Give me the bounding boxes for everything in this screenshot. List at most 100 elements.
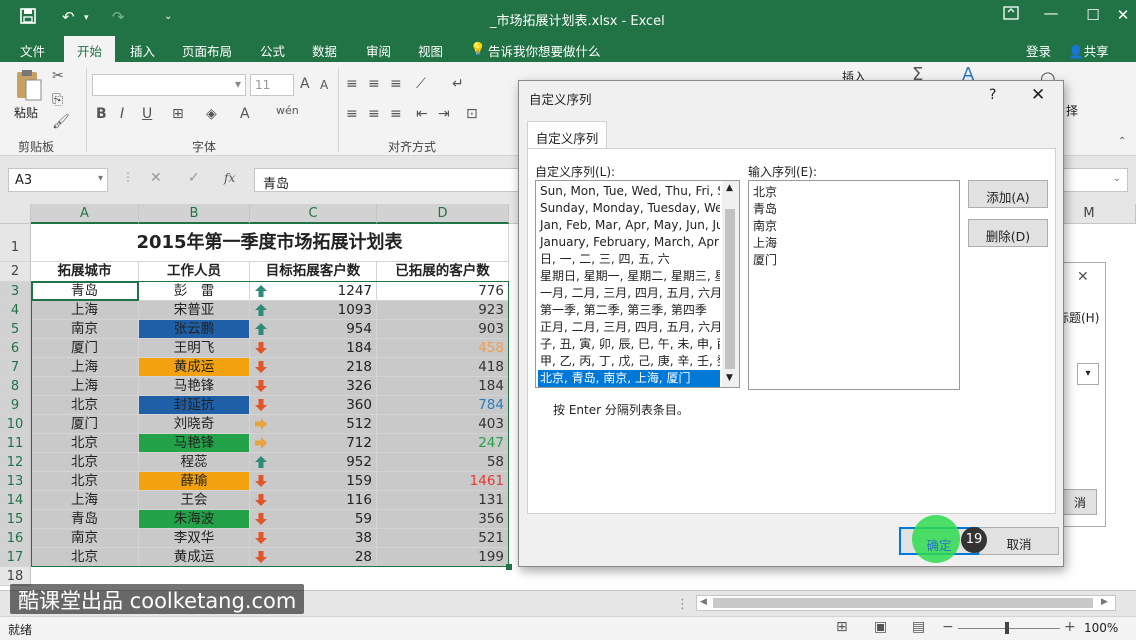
- align-middle-icon[interactable]: ≡: [368, 76, 380, 92]
- col-header-b[interactable]: B: [139, 204, 250, 224]
- login-link[interactable]: 登录: [1026, 41, 1051, 60]
- staff-cell[interactable]: 王明飞: [139, 339, 250, 358]
- border-icon[interactable]: ⊞: [172, 106, 184, 122]
- tab-custom-lists[interactable]: 自定义序列: [527, 121, 607, 149]
- done-cell[interactable]: 784: [377, 396, 509, 415]
- dialog-close-icon[interactable]: ✕: [1031, 85, 1045, 105]
- tab-home[interactable]: 开始: [64, 36, 116, 62]
- bg-dialog-dropdown[interactable]: ▾: [1077, 363, 1099, 385]
- zoom-out-icon[interactable]: −: [942, 619, 954, 635]
- page-layout-view-icon[interactable]: ▣: [874, 619, 887, 635]
- undo-dropdown-icon[interactable]: ▾: [84, 13, 89, 23]
- scroll-thumb[interactable]: [725, 209, 735, 369]
- col-header-m[interactable]: M: [1064, 204, 1114, 224]
- done-cell[interactable]: 184: [377, 377, 509, 396]
- custom-list-item[interactable]: 正月, 二月, 三月, 四月, 五月, 六月: [538, 319, 720, 336]
- tab-review[interactable]: 审阅: [366, 41, 391, 60]
- done-cell[interactable]: 418: [377, 358, 509, 377]
- done-cell[interactable]: 356: [377, 510, 509, 529]
- header-done[interactable]: 已拓展的客户数: [377, 262, 509, 282]
- city-cell[interactable]: 青岛: [31, 510, 139, 529]
- target-cell[interactable]: 360: [250, 396, 377, 415]
- tab-file[interactable]: 文件: [20, 41, 45, 60]
- expand-formula-icon[interactable]: ⌄: [1113, 173, 1121, 184]
- align-center-icon[interactable]: ≡: [368, 106, 380, 122]
- zoom-in-icon[interactable]: +: [1064, 619, 1076, 635]
- custom-list-item[interactable]: 甲, 乙, 丙, 丁, 戊, 己, 庚, 辛, 壬, 癸: [538, 353, 720, 370]
- zoom-level[interactable]: 100%: [1084, 621, 1118, 635]
- custom-lists-listbox[interactable]: Sun, Mon, Tue, Wed, Thu, Fri, S Sunday, M…: [535, 180, 740, 388]
- target-cell[interactable]: 954: [250, 320, 377, 339]
- done-cell[interactable]: 903: [377, 320, 509, 339]
- city-cell[interactable]: 北京: [31, 434, 139, 453]
- page-break-view-icon[interactable]: ▤: [912, 619, 925, 635]
- target-cell[interactable]: 326: [250, 377, 377, 396]
- minimize-button[interactable]: —: [1040, 4, 1062, 22]
- target-cell[interactable]: 1247: [250, 282, 377, 301]
- row-header[interactable]: 4: [0, 301, 31, 320]
- custom-list-item[interactable]: January, February, March, April: [538, 234, 720, 251]
- custom-list-item[interactable]: 星期日, 星期一, 星期二, 星期三, 星: [538, 268, 720, 285]
- done-cell[interactable]: 131: [377, 491, 509, 510]
- row-header[interactable]: 13: [0, 472, 31, 491]
- row-header[interactable]: 8: [0, 377, 31, 396]
- increase-font-icon[interactable]: A: [300, 76, 310, 92]
- paste-label[interactable]: 粘贴: [14, 104, 38, 121]
- header-target[interactable]: 目标拓展客户数: [250, 262, 377, 282]
- staff-cell[interactable]: 程蕊: [139, 453, 250, 472]
- add-button[interactable]: 添加(A): [968, 180, 1048, 208]
- city-cell[interactable]: 上海: [31, 377, 139, 396]
- city-cell[interactable]: 青岛: [31, 282, 139, 301]
- col-header-c[interactable]: C: [250, 204, 377, 224]
- align-left-icon[interactable]: ≡: [346, 106, 358, 122]
- more-options-icon[interactable]: ⋮: [122, 170, 134, 184]
- find-select-label[interactable]: 择: [1066, 102, 1078, 119]
- bg-dialog-close-icon[interactable]: ✕: [1077, 269, 1089, 285]
- done-cell[interactable]: 458: [377, 339, 509, 358]
- ribbon-display-icon[interactable]: [1000, 6, 1022, 24]
- city-cell[interactable]: 北京: [31, 396, 139, 415]
- orientation-icon[interactable]: ⟋: [416, 76, 426, 92]
- target-cell[interactable]: 952: [250, 453, 377, 472]
- city-cell[interactable]: 北京: [31, 453, 139, 472]
- save-icon[interactable]: [20, 8, 36, 28]
- done-cell[interactable]: 199: [377, 548, 509, 567]
- scroll-right-icon[interactable]: ▶: [1101, 597, 1108, 607]
- confirm-entry-icon[interactable]: ✓: [188, 170, 200, 186]
- target-cell[interactable]: 28: [250, 548, 377, 567]
- city-cell[interactable]: 厦门: [31, 415, 139, 434]
- city-cell[interactable]: 南京: [31, 529, 139, 548]
- name-box[interactable]: A3 ▾: [8, 168, 108, 192]
- font-size-dropdown[interactable]: 11: [250, 74, 294, 96]
- increase-indent-icon[interactable]: ⇥: [438, 106, 450, 122]
- font-name-dropdown[interactable]: ▾: [92, 74, 246, 96]
- row-header[interactable]: 11: [0, 434, 31, 453]
- row-header[interactable]: 7: [0, 358, 31, 377]
- done-cell[interactable]: 403: [377, 415, 509, 434]
- custom-list-item[interactable]: 子, 丑, 寅, 卯, 辰, 巳, 午, 未, 申, 酉: [538, 336, 720, 353]
- custom-list-item[interactable]: Sun, Mon, Tue, Wed, Thu, Fri, S: [538, 183, 720, 200]
- done-cell[interactable]: 1461: [377, 472, 509, 491]
- copy-icon[interactable]: ⎘: [52, 92, 63, 108]
- target-cell[interactable]: 218: [250, 358, 377, 377]
- zoom-slider-track[interactable]: [958, 628, 1060, 629]
- tab-insert[interactable]: 插入: [130, 41, 155, 60]
- italic-icon[interactable]: I: [120, 106, 124, 122]
- maximize-button[interactable]: ☐: [1082, 6, 1104, 24]
- fill-handle[interactable]: [506, 564, 512, 570]
- scroll-down-icon[interactable]: ▼: [726, 373, 733, 383]
- target-cell[interactable]: 59: [250, 510, 377, 529]
- staff-cell[interactable]: 张云鹏: [139, 320, 250, 339]
- row-header[interactable]: 1: [0, 224, 31, 262]
- decrease-font-icon[interactable]: A: [320, 78, 328, 92]
- header-staff[interactable]: 工作人员: [139, 262, 250, 282]
- name-box-dropdown-icon[interactable]: ▾: [98, 173, 103, 184]
- staff-cell[interactable]: 李双华: [139, 529, 250, 548]
- cancel-entry-icon[interactable]: ✕: [150, 170, 162, 186]
- more-sheets-icon[interactable]: ⋮: [676, 597, 689, 612]
- select-all-corner[interactable]: [0, 204, 31, 224]
- row-header[interactable]: 10: [0, 415, 31, 434]
- tab-formulas[interactable]: 公式: [260, 41, 285, 60]
- staff-cell[interactable]: 马艳锋: [139, 377, 250, 396]
- wrap-text-icon[interactable]: ↵: [452, 76, 464, 92]
